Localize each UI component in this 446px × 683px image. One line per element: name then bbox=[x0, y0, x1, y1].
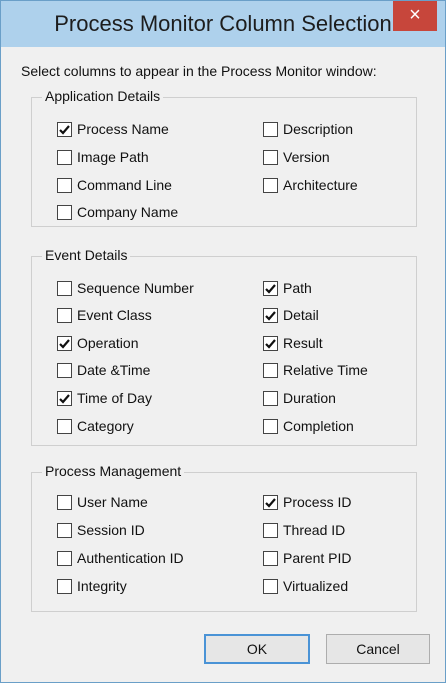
check-box[interactable] bbox=[57, 494, 72, 510]
checkmark-icon bbox=[59, 393, 70, 404]
checkbox-label: Duration bbox=[283, 390, 336, 406]
checkmark-icon bbox=[265, 338, 276, 349]
group-label: Event Details bbox=[42, 247, 131, 263]
checkbox-parent-pid[interactable]: Parent PID bbox=[263, 548, 351, 568]
checkbox-label: Thread ID bbox=[283, 522, 346, 538]
checkbox-command-line[interactable]: Command Line bbox=[57, 175, 172, 195]
checkbox-label: Version bbox=[283, 149, 330, 165]
checkbox-label: Session ID bbox=[77, 522, 145, 538]
checkbox-image-path[interactable]: Image Path bbox=[57, 147, 149, 167]
check-box[interactable] bbox=[57, 522, 72, 538]
checkbox-label: Event Class bbox=[77, 307, 152, 323]
check-box[interactable] bbox=[263, 307, 278, 323]
check-box[interactable] bbox=[57, 390, 72, 406]
checkbox-category[interactable]: Category bbox=[57, 416, 134, 436]
check-box[interactable] bbox=[263, 578, 278, 594]
checkbox-label: Completion bbox=[283, 418, 354, 434]
checkbox-architecture[interactable]: Architecture bbox=[263, 175, 358, 195]
check-box[interactable] bbox=[263, 550, 278, 566]
check-box[interactable] bbox=[263, 280, 278, 296]
dialog-title: Process Monitor Column Selection bbox=[54, 11, 392, 36]
checkbox-label: Authentication ID bbox=[77, 550, 184, 566]
checkbox-label: Command Line bbox=[77, 177, 172, 193]
check-box[interactable] bbox=[57, 204, 72, 220]
close-button[interactable]: × bbox=[393, 1, 437, 31]
checkbox-label: Relative Time bbox=[283, 362, 368, 378]
checkbox-label: Process Name bbox=[77, 121, 169, 137]
checkmark-icon bbox=[265, 310, 276, 321]
checkbox-description[interactable]: Description bbox=[263, 119, 353, 139]
checkbox-session-id[interactable]: Session ID bbox=[57, 520, 145, 540]
checkbox-authentication-id[interactable]: Authentication ID bbox=[57, 548, 184, 568]
check-box[interactable] bbox=[263, 362, 278, 378]
checkbox-label: Architecture bbox=[283, 177, 358, 193]
checkbox-company-name[interactable]: Company Name bbox=[57, 202, 178, 222]
checkbox-label: Operation bbox=[77, 335, 139, 351]
checkbox-virtualized[interactable]: Virtualized bbox=[263, 576, 348, 596]
intro-text: Select columns to appear in the Process … bbox=[21, 63, 377, 79]
checkbox-label: User Name bbox=[77, 494, 148, 510]
check-box[interactable] bbox=[57, 578, 72, 594]
checkbox-result[interactable]: Result bbox=[263, 333, 323, 353]
checkbox-user-name[interactable]: User Name bbox=[57, 492, 148, 512]
check-box[interactable] bbox=[57, 362, 72, 378]
check-box[interactable] bbox=[263, 390, 278, 406]
check-box[interactable] bbox=[57, 121, 72, 137]
checkbox-path[interactable]: Path bbox=[263, 278, 312, 298]
check-box[interactable] bbox=[263, 335, 278, 351]
checkbox-label: Detail bbox=[283, 307, 319, 323]
checkbox-event-class[interactable]: Event Class bbox=[57, 305, 152, 325]
checkbox-label: Description bbox=[283, 121, 354, 137]
checkbox-label: Date &Time bbox=[77, 362, 151, 378]
checkbox-duration[interactable]: Duration bbox=[263, 388, 336, 408]
checkbox-label: Process ID bbox=[283, 494, 352, 510]
checkbox-integrity[interactable]: Integrity bbox=[57, 576, 127, 596]
checkbox-label: Parent PID bbox=[283, 550, 352, 566]
dialog-window: Process Monitor Column Selection × Selec… bbox=[0, 0, 446, 683]
check-box[interactable] bbox=[57, 149, 72, 165]
checkmark-icon bbox=[265, 283, 276, 294]
check-box[interactable] bbox=[263, 177, 278, 193]
checkbox-label: Virtualized bbox=[283, 578, 349, 594]
checkmark-icon bbox=[59, 124, 70, 135]
check-box[interactable] bbox=[57, 418, 72, 434]
checkmark-icon bbox=[59, 338, 70, 349]
checkbox-sequence-number[interactable]: Sequence Number bbox=[57, 278, 194, 298]
checkbox-label: Category bbox=[77, 418, 134, 434]
checkbox-relative-time[interactable]: Relative Time bbox=[263, 360, 368, 380]
checkbox-date-time[interactable]: Date &Time bbox=[57, 360, 150, 380]
check-box[interactable] bbox=[263, 121, 278, 137]
check-box[interactable] bbox=[57, 335, 72, 351]
check-box[interactable] bbox=[57, 280, 72, 296]
ok-button[interactable]: OK bbox=[204, 634, 310, 664]
checkbox-completion[interactable]: Completion bbox=[263, 416, 354, 436]
close-icon: × bbox=[409, 4, 421, 26]
cancel-button[interactable]: Cancel bbox=[326, 634, 430, 664]
checkbox-label: Result bbox=[283, 335, 323, 351]
group-label: Process Management bbox=[42, 463, 185, 479]
check-box[interactable] bbox=[57, 550, 72, 566]
checkbox-detail[interactable]: Detail bbox=[263, 305, 319, 325]
checkbox-operation[interactable]: Operation bbox=[57, 333, 138, 353]
check-box[interactable] bbox=[263, 494, 278, 510]
group-label: Application Details bbox=[42, 88, 164, 104]
checkbox-label: Sequence Number bbox=[77, 280, 194, 296]
checkbox-time-of-day[interactable]: Time of Day bbox=[57, 388, 152, 408]
checkbox-label: Company Name bbox=[77, 204, 179, 220]
check-box[interactable] bbox=[263, 522, 278, 538]
checkbox-process-name[interactable]: Process Name bbox=[57, 119, 169, 139]
checkbox-label: Integrity bbox=[77, 578, 127, 594]
title-bar[interactable]: Process Monitor Column Selection × bbox=[1, 1, 445, 47]
check-box[interactable] bbox=[57, 307, 72, 323]
checkbox-process-id[interactable]: Process ID bbox=[263, 492, 351, 512]
check-box[interactable] bbox=[57, 177, 72, 193]
checkbox-thread-id[interactable]: Thread ID bbox=[263, 520, 345, 540]
checkmark-icon bbox=[265, 497, 276, 508]
check-box[interactable] bbox=[263, 149, 278, 165]
checkbox-version[interactable]: Version bbox=[263, 147, 330, 167]
checkbox-label: Path bbox=[283, 280, 312, 296]
check-box[interactable] bbox=[263, 418, 278, 434]
checkbox-label: Image Path bbox=[77, 149, 149, 165]
checkbox-label: Time of Day bbox=[77, 390, 152, 406]
